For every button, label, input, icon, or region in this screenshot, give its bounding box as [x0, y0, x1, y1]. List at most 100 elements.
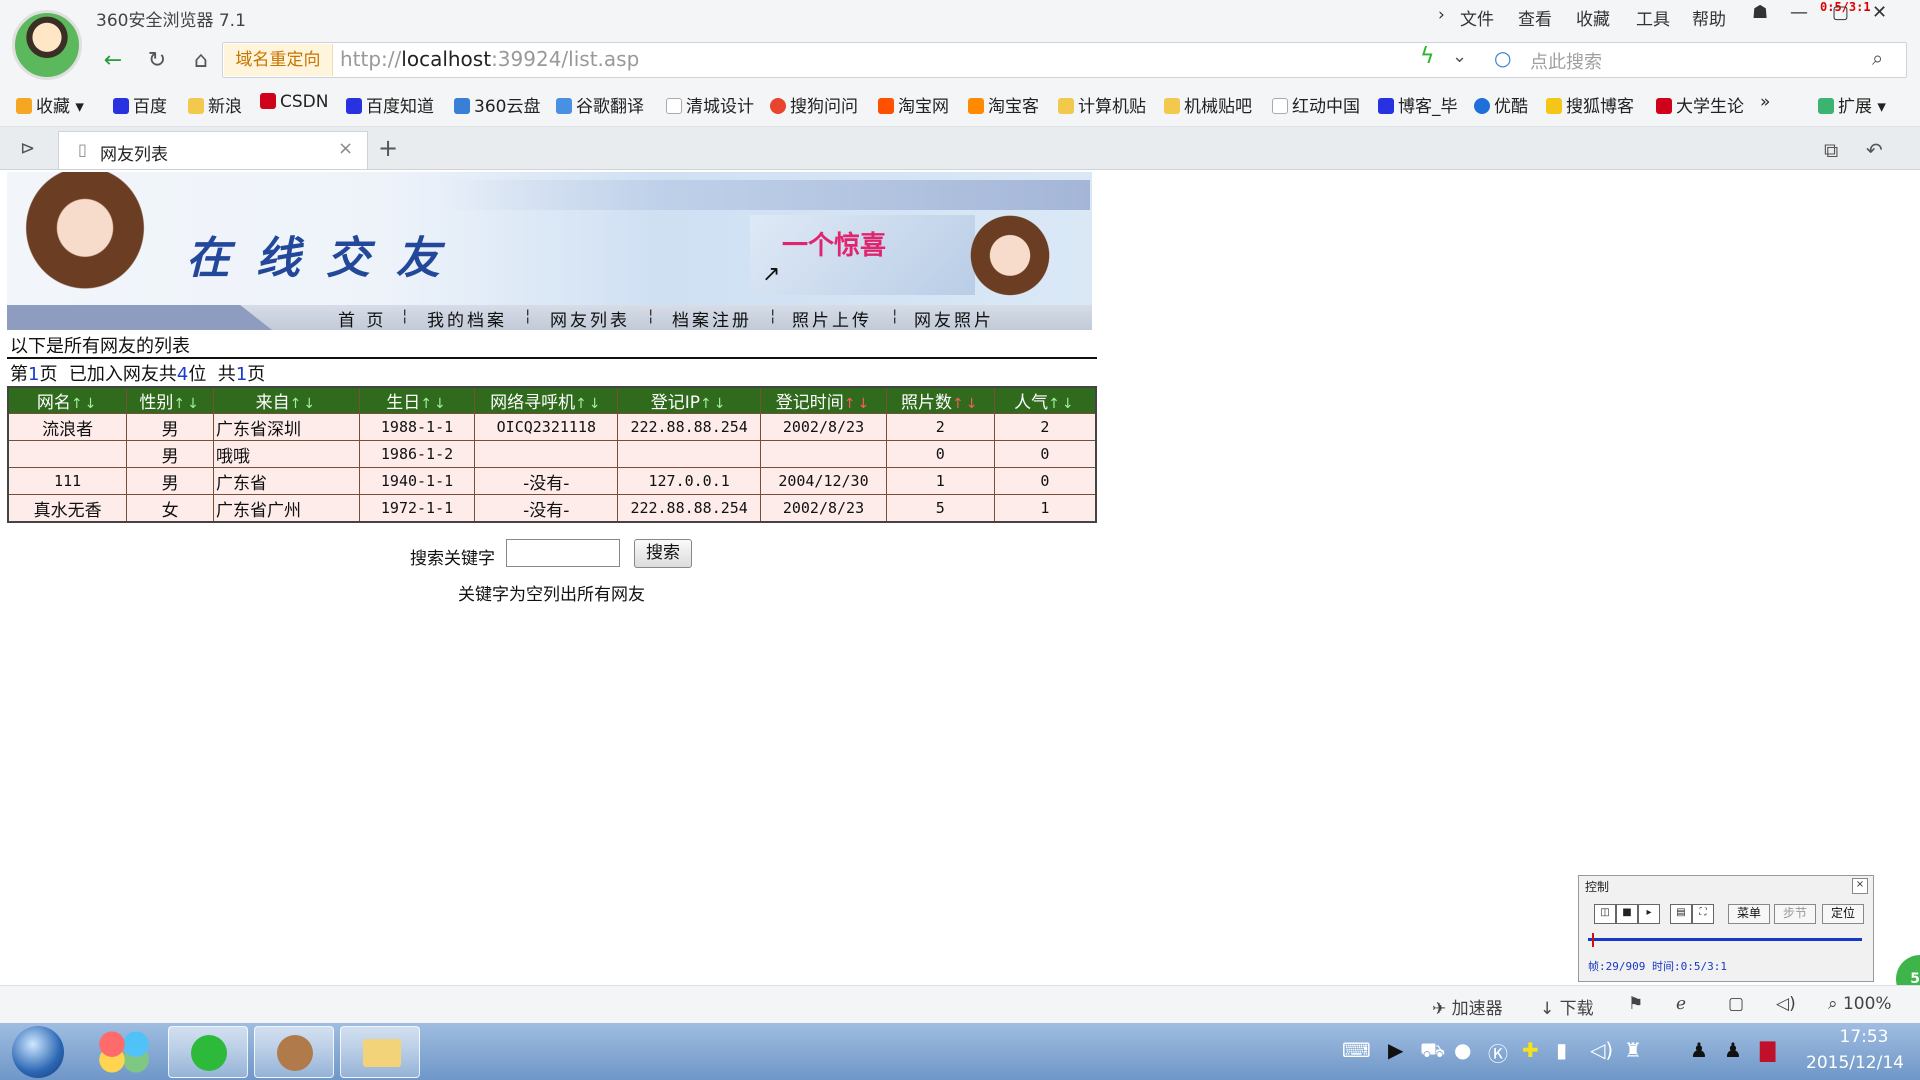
- camera-icon[interactable]: ⛟: [1420, 1038, 1445, 1065]
- nav-friend-photos[interactable]: 网友照片: [914, 306, 994, 331]
- bookmark-baidu-zhidao[interactable]: 百度知道: [346, 92, 434, 117]
- tray-app-icon[interactable]: ●: [1454, 1038, 1471, 1062]
- user-avatar[interactable]: [12, 10, 82, 80]
- zoom-control[interactable]: ⌕ 100%: [1828, 994, 1892, 1014]
- header-reg-time[interactable]: 登记时间↑↓: [760, 386, 887, 414]
- bookmark-csdn[interactable]: CSDN: [260, 92, 328, 112]
- window-icon[interactable]: ▢: [1728, 994, 1744, 1014]
- taskbar-explorer[interactable]: [340, 1026, 420, 1078]
- bookmark-sohu-blog[interactable]: 搜狐博客: [1546, 92, 1634, 117]
- start-button[interactable]: [12, 1026, 64, 1078]
- menu-help[interactable]: 帮助: [1692, 5, 1726, 30]
- keyboard-icon[interactable]: ⌨: [1342, 1038, 1371, 1062]
- close-window-button[interactable]: ✕: [1872, 2, 1887, 23]
- search-engine-icon[interactable]: ○: [1494, 46, 1511, 70]
- taskbar-monkey-app[interactable]: [254, 1026, 334, 1078]
- sort-arrows-icon[interactable]: ↑↓: [575, 396, 602, 412]
- bookmark-mechanical-tieba[interactable]: 机械贴吧: [1164, 92, 1252, 117]
- control-locate-button[interactable]: 定位: [1822, 904, 1864, 924]
- accelerator-button[interactable]: ✈ 加速器: [1432, 994, 1503, 1019]
- sort-arrows-icon[interactable]: ↑↓: [173, 396, 200, 412]
- back-arrow-icon[interactable]: ←: [96, 44, 130, 78]
- header-birthday[interactable]: 生日↑↓: [358, 386, 476, 414]
- menu-chevron-icon[interactable]: ›: [1438, 5, 1445, 25]
- nav-register[interactable]: 档案注册: [672, 306, 752, 331]
- extend-button[interactable]: 扩展 ▾: [1818, 92, 1886, 117]
- sort-arrows-icon[interactable]: ↑↓: [700, 396, 727, 412]
- header-nickname[interactable]: 网名↑↓: [7, 386, 128, 414]
- header-pager[interactable]: 网络寻呼机↑↓: [474, 386, 619, 414]
- nav-my-profile[interactable]: 我的档案: [427, 306, 507, 331]
- undo-close-icon[interactable]: ↶: [1866, 138, 1883, 162]
- flag-icon[interactable]: ⚑: [1628, 994, 1643, 1014]
- sort-arrows-icon[interactable]: ↑↓: [420, 396, 447, 412]
- bookmark-google-translate[interactable]: 谷歌翻译: [556, 92, 644, 117]
- header-popularity[interactable]: 人气↑↓: [993, 386, 1097, 414]
- ie-compat-icon[interactable]: ℯ: [1676, 994, 1686, 1014]
- clock-date[interactable]: 2015/12/14: [1800, 1053, 1910, 1073]
- url-text[interactable]: http://localhost:39924/list.asp: [340, 47, 639, 71]
- bookmark-computer-tieba[interactable]: 计算机贴: [1058, 92, 1146, 117]
- skin-icon[interactable]: ☗: [1752, 2, 1768, 23]
- timeline-playhead[interactable]: [1592, 933, 1594, 947]
- taskbar-360-browser[interactable]: [168, 1026, 248, 1078]
- tab-restore-icon[interactable]: ⧉: [1824, 138, 1838, 162]
- timeline-track[interactable]: [1588, 938, 1862, 941]
- bookmarks-more-chevron-icon[interactable]: »: [1760, 92, 1770, 112]
- control-panel-close-icon[interactable]: ×: [1852, 878, 1868, 894]
- bookmark-360-cloud[interactable]: 360云盘: [454, 92, 540, 117]
- bookmark-baidu[interactable]: 百度: [113, 92, 167, 117]
- bookmark-youku[interactable]: 优酷: [1474, 92, 1528, 117]
- bookmark-sogou-wenwen[interactable]: 搜狗问问: [770, 92, 858, 117]
- record-frame-icon[interactable]: ◫: [1594, 904, 1616, 924]
- header-ip[interactable]: 登记IP↑↓: [617, 386, 762, 414]
- signal-icon[interactable]: ▮: [1556, 1038, 1567, 1062]
- menu-favorites[interactable]: 收藏: [1576, 5, 1610, 30]
- tab-close-icon[interactable]: ×: [338, 138, 353, 159]
- speaker-icon[interactable]: ◁): [1776, 994, 1796, 1014]
- search-go-icon[interactable]: ⌕: [1872, 46, 1883, 70]
- window-mode-icon[interactable]: ▤: [1670, 904, 1692, 924]
- nav-home[interactable]: 首 页: [338, 306, 386, 331]
- control-menu-button[interactable]: 菜单: [1728, 904, 1770, 924]
- shield-tray-icon[interactable]: ♜: [1624, 1038, 1642, 1062]
- stop-icon[interactable]: ■: [1616, 904, 1638, 924]
- clock-time[interactable]: 17:53: [1824, 1027, 1904, 1047]
- new-tab-button[interactable]: +: [378, 134, 398, 162]
- nav-upload-photo[interactable]: 照片上传: [792, 306, 872, 331]
- nav-friend-list[interactable]: 网友列表: [550, 306, 630, 331]
- qq-penguin-icon-2[interactable]: ♟: [1724, 1038, 1742, 1062]
- keyword-input[interactable]: [506, 539, 620, 567]
- bookmark-college-forum[interactable]: 大学生论: [1656, 92, 1744, 117]
- fullscreen-icon[interactable]: ⛶: [1692, 904, 1714, 924]
- bookmark-taobaoke[interactable]: 淘宝客: [968, 92, 1039, 117]
- sort-arrows-icon[interactable]: ↑↓: [1048, 396, 1075, 412]
- cell-nickname[interactable]: 111: [7, 467, 128, 495]
- bookmark-blog[interactable]: 博客_毕: [1378, 92, 1458, 117]
- search-button[interactable]: 搜索: [634, 539, 692, 568]
- refresh-icon[interactable]: ↻: [140, 44, 174, 78]
- sidebar-toggle-icon[interactable]: ⊳: [20, 138, 35, 159]
- sort-arrows-icon[interactable]: ↑↓: [290, 396, 317, 412]
- sort-arrows-icon[interactable]: ↑↓: [71, 396, 98, 412]
- sort-arrows-icon[interactable]: ↑↓: [952, 396, 979, 412]
- cell-nickname[interactable]: [7, 440, 128, 468]
- speed-mode-bolt-icon[interactable]: ϟ: [1420, 44, 1435, 69]
- header-gender[interactable]: 性别↑↓: [126, 386, 215, 414]
- play-icon[interactable]: ▶: [1388, 1038, 1403, 1062]
- menu-view[interactable]: 查看: [1518, 5, 1552, 30]
- sort-arrows-icon[interactable]: ↑↓: [844, 396, 871, 412]
- taskbar-app-colors-icon[interactable]: [84, 1026, 164, 1078]
- download-button[interactable]: ↓ 下载: [1540, 994, 1594, 1019]
- cell-nickname[interactable]: 真水无香: [7, 494, 128, 523]
- url-dropdown-chevron-icon[interactable]: ⌄: [1452, 46, 1467, 67]
- menu-tools[interactable]: 工具: [1636, 5, 1670, 30]
- header-photo-count[interactable]: 照片数↑↓: [885, 386, 995, 414]
- browser-search-input[interactable]: 点此搜索: [1530, 48, 1602, 74]
- control-step-button[interactable]: 步节: [1774, 904, 1816, 924]
- bookmark-sina[interactable]: 新浪: [188, 92, 242, 117]
- domain-redirect-badge[interactable]: 域名重定向: [224, 44, 333, 76]
- flag-tray-icon[interactable]: ▇: [1760, 1038, 1775, 1062]
- minimize-button[interactable]: —: [1790, 2, 1808, 23]
- next-frame-icon[interactable]: ▸: [1638, 904, 1660, 924]
